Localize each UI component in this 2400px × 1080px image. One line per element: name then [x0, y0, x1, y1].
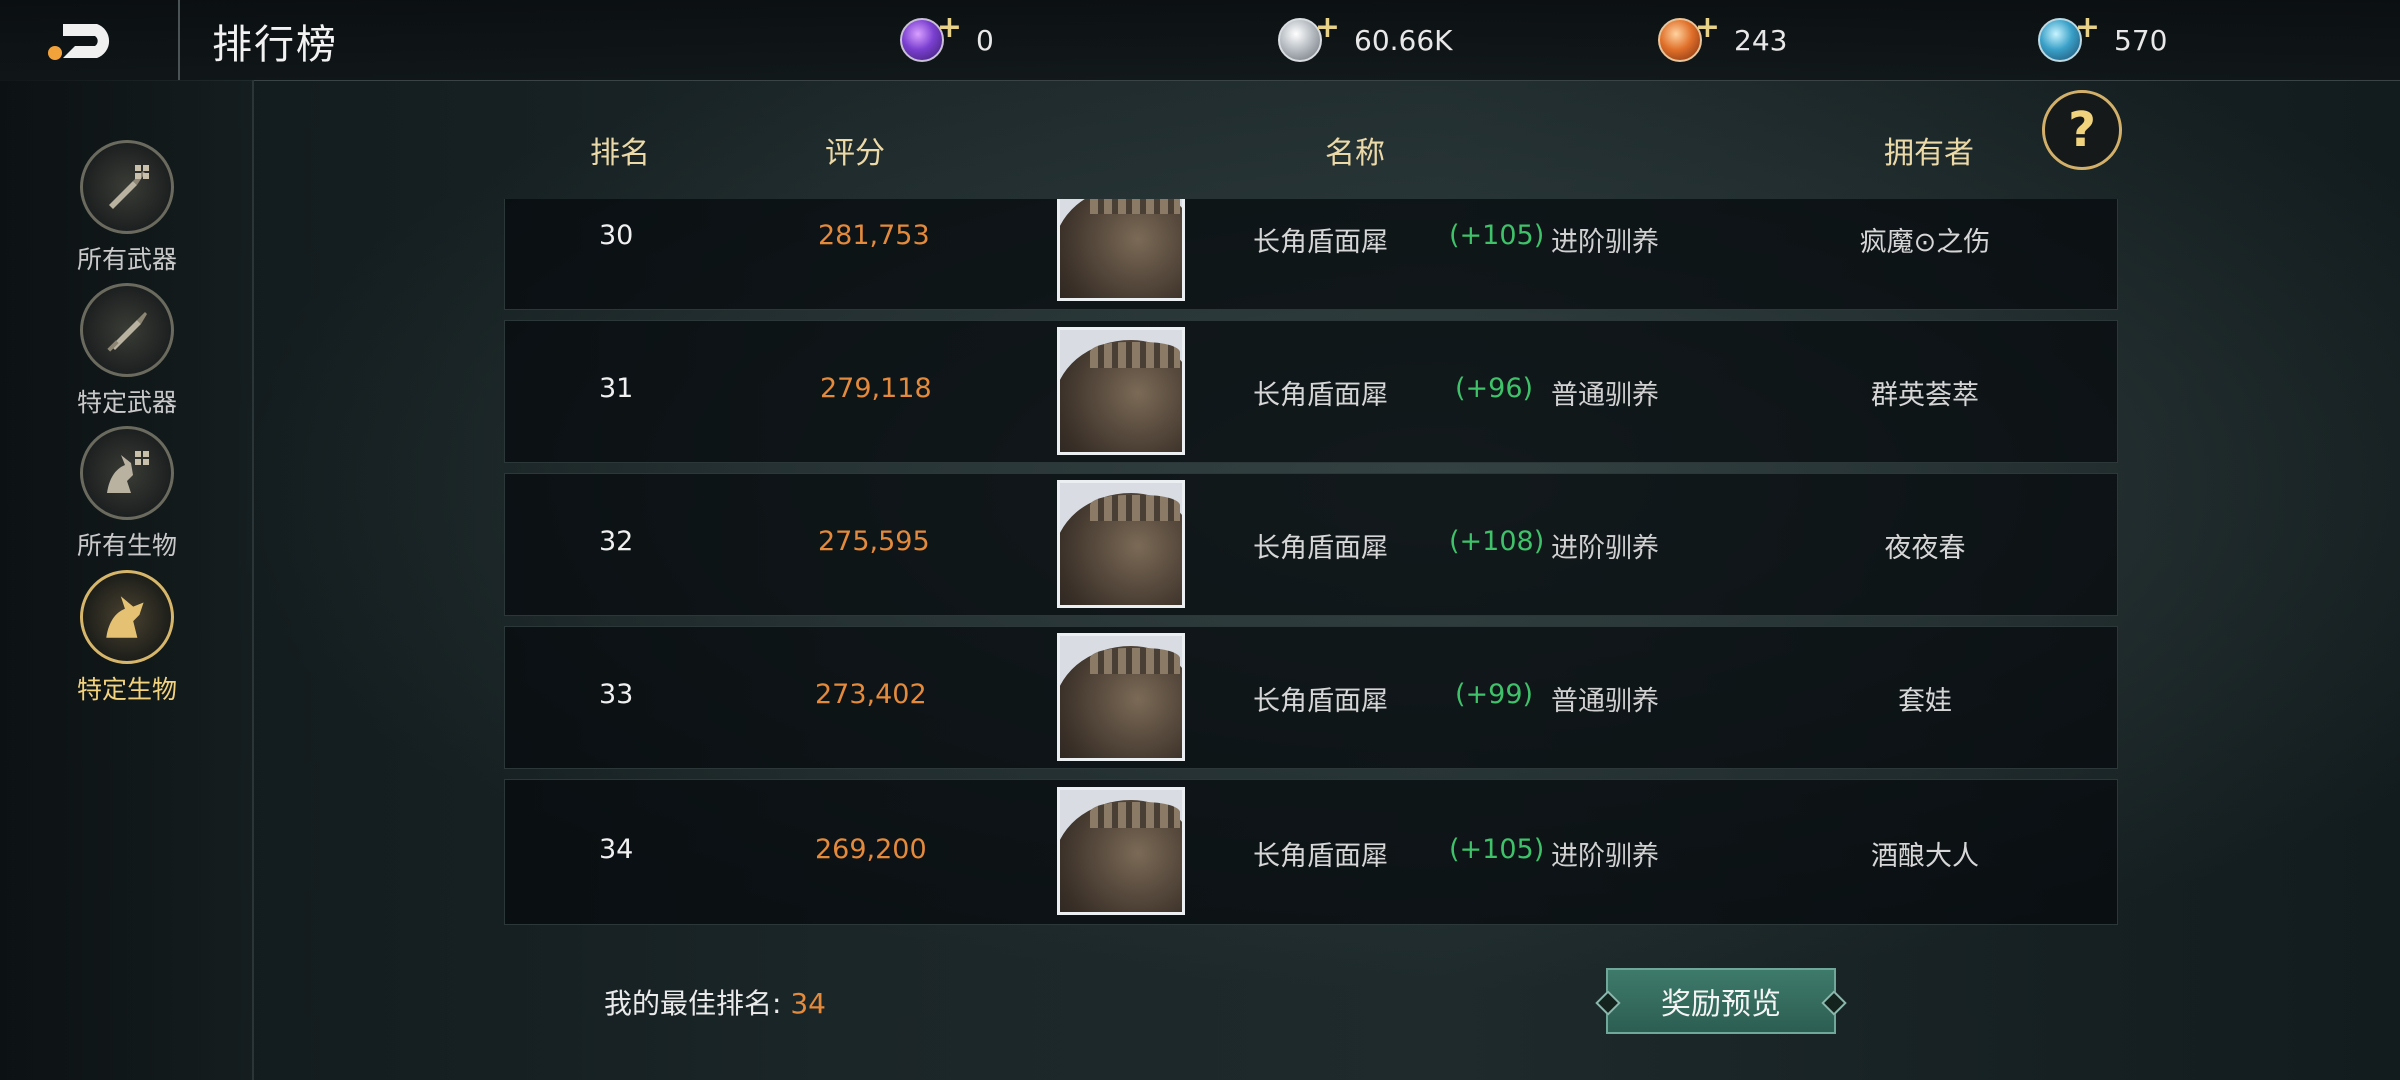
best-rank: 我的最佳排名: 34 — [604, 982, 826, 1022]
currency-blue-crystal[interactable]: + 570 — [2038, 10, 2168, 66]
creature-name: 长角盾面犀 — [1253, 686, 1388, 717]
creature-image — [1060, 800, 1182, 912]
creature-image — [1060, 199, 1182, 298]
category-sidebar: 所有武器 特定武器 所有生物 特定生物 — [0, 80, 254, 1080]
page-title: 排行榜 — [212, 22, 338, 68]
sidebar-item-all-creatures[interactable]: 所有生物 — [44, 426, 210, 562]
owner-name: 疯魔⊙之伤 — [1859, 227, 1991, 258]
table-row[interactable]: 34 269,200 长角盾面犀 (+105) 进阶驯养 酒酿大人 — [504, 779, 2118, 925]
column-header-rank: 排名 — [590, 136, 650, 171]
top-divider — [178, 0, 180, 80]
score-cell: 269,200 — [815, 834, 927, 865]
creature-grid-icon — [80, 426, 174, 520]
training-type: 普通驯养 — [1551, 686, 1659, 717]
column-header-name: 名称 — [1325, 136, 1385, 171]
creature-thumbnail — [1057, 327, 1185, 455]
blue-crystal-icon: + — [2038, 10, 2100, 62]
score-cell: 279,118 — [820, 373, 932, 404]
sword-icon — [80, 283, 174, 377]
table-row[interactable]: 32 275,595 长角盾面犀 (+108) 进阶驯养 夜夜春 — [504, 473, 2118, 616]
add-icon[interactable]: + — [1315, 10, 1340, 45]
creature-image — [1060, 646, 1182, 758]
rank-cell: 31 — [599, 373, 634, 404]
table-row[interactable]: 31 279,118 长角盾面犀 (+96) 普通驯养 群英荟萃 — [504, 320, 2118, 463]
creature-icon — [80, 570, 174, 664]
creature-name: 长角盾面犀 — [1253, 380, 1388, 411]
training-type: 普通驯养 — [1551, 380, 1659, 411]
sword-grid-icon — [80, 140, 174, 234]
column-header-score: 评分 — [825, 136, 885, 171]
creature-thumbnail — [1057, 633, 1185, 761]
training-type: 进阶驯养 — [1551, 227, 1659, 258]
sidebar-item-label: 所有生物 — [76, 531, 177, 560]
table-row[interactable]: 30 281,753 长角盾面犀 (+105) 进阶驯养 疯魔⊙之伤 — [504, 199, 2118, 310]
silver-coin-icon: + — [1278, 10, 1340, 62]
reward-preview-label: 奖励预览 — [1661, 987, 1781, 1022]
bonus-value: (+108) — [1449, 526, 1545, 557]
sidebar-item-specific-weapon[interactable]: 特定武器 — [44, 283, 210, 419]
rank-cell: 32 — [599, 526, 634, 557]
currency-purple-gem[interactable]: + 0 — [900, 10, 994, 66]
currency-silver-coin[interactable]: + 60.66K — [1278, 10, 1453, 66]
creature-thumbnail — [1057, 787, 1185, 915]
owner-name: 群英荟萃 — [1871, 380, 1979, 411]
purple-gem-icon: + — [900, 10, 962, 62]
creature-image — [1060, 493, 1182, 605]
sidebar-item-label: 特定武器 — [76, 388, 177, 417]
currency-value: 60.66K — [1354, 23, 1453, 57]
currency-value: 243 — [1734, 23, 1788, 57]
reward-preview-button[interactable]: 奖励预览 — [1595, 968, 1847, 1034]
sidebar-item-specific-creature[interactable]: 特定生物 — [44, 570, 210, 706]
add-icon[interactable]: + — [937, 10, 962, 45]
currency-value: 570 — [2114, 23, 2168, 57]
training-type: 进阶驯养 — [1551, 841, 1659, 872]
score-cell: 281,753 — [818, 220, 930, 251]
rank-cell: 33 — [599, 679, 634, 710]
currency-value: 0 — [976, 23, 994, 57]
bonus-value: (+105) — [1449, 834, 1545, 865]
column-header-owner: 拥有者 — [1884, 136, 1974, 171]
owner-name: 套娃 — [1898, 686, 1952, 717]
sidebar-item-all-weapons[interactable]: 所有武器 — [44, 140, 210, 276]
back-button[interactable] — [30, 10, 140, 72]
top-bar: 排行榜 + 0 + 60.66K + 243 + 570 — [0, 0, 2400, 81]
rank-cell: 30 — [599, 220, 634, 251]
creature-thumbnail — [1057, 480, 1185, 608]
creature-name: 长角盾面犀 — [1253, 227, 1388, 258]
rank-cell: 34 — [599, 834, 634, 865]
owner-name: 酒酿大人 — [1871, 841, 1979, 872]
best-rank-label: 我的最佳排名: — [604, 987, 782, 1020]
creature-image — [1060, 340, 1182, 452]
creature-thumbnail — [1057, 199, 1185, 301]
score-cell: 273,402 — [815, 679, 927, 710]
bonus-value: (+99) — [1455, 679, 1534, 710]
diamond-ornament-icon — [1821, 990, 1847, 1016]
creature-name: 长角盾面犀 — [1253, 841, 1388, 872]
currency-orange-token[interactable]: + 243 — [1658, 10, 1788, 66]
score-cell: 275,595 — [818, 526, 930, 557]
add-icon[interactable]: + — [2075, 10, 2100, 45]
bonus-value: (+96) — [1455, 373, 1534, 404]
help-button[interactable]: ? — [2042, 90, 2122, 170]
add-icon[interactable]: + — [1695, 10, 1720, 45]
best-rank-value: 34 — [790, 987, 826, 1020]
bonus-value: (+105) — [1449, 220, 1545, 251]
sidebar-item-label: 所有武器 — [76, 245, 177, 274]
owner-name: 夜夜春 — [1884, 533, 1966, 564]
training-type: 进阶驯养 — [1551, 533, 1659, 564]
notification-dot — [48, 46, 62, 60]
orange-token-icon: + — [1658, 10, 1720, 62]
sidebar-item-label: 特定生物 — [76, 675, 177, 704]
table-row[interactable]: 33 273,402 长角盾面犀 (+99) 普通驯养 套娃 — [504, 626, 2118, 769]
diamond-ornament-icon — [1595, 990, 1621, 1016]
creature-name: 长角盾面犀 — [1253, 533, 1388, 564]
